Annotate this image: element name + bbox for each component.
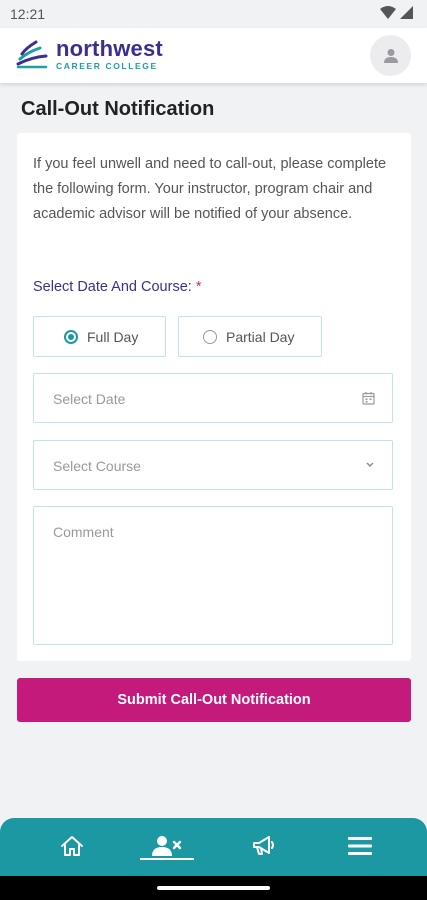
signal-icon — [400, 6, 413, 19]
profile-avatar[interactable] — [370, 35, 411, 76]
intro-text: If you feel unwell and need to call-out,… — [33, 156, 387, 222]
nav-menu[interactable] — [330, 826, 390, 866]
system-gesture-bar — [0, 876, 427, 900]
partial-day-radio[interactable]: Partial Day — [178, 316, 322, 357]
select-date-field[interactable]: Select Date — [33, 373, 393, 423]
menu-icon — [348, 837, 372, 855]
college-logo[interactable]: northwest CAREER COLLEGE — [16, 38, 163, 71]
comment-placeholder: Comment — [53, 524, 114, 540]
logo-mark-icon — [16, 40, 48, 68]
wifi-icon — [380, 6, 396, 19]
status-icons — [380, 6, 413, 19]
logo-subtitle: CAREER COLLEGE — [56, 61, 158, 71]
status-time: 12:21 — [10, 6, 46, 22]
logo-name: northwest — [56, 36, 163, 61]
section-label-text: Select Date And Course: — [33, 279, 192, 295]
radio-checked-icon — [64, 329, 78, 344]
calendar-icon — [362, 392, 375, 405]
chevron-down-icon — [366, 462, 374, 467]
app-header: northwest CAREER COLLEGE — [0, 28, 427, 83]
page-title: Call-Out Notification — [21, 98, 215, 120]
section-label: Select Date And Course: * — [33, 279, 201, 295]
user-callout-icon — [152, 836, 182, 856]
nav-home[interactable] — [42, 826, 102, 866]
callout-form-card: If you feel unwell and need to call-out,… — [17, 133, 411, 661]
course-placeholder: Select Course — [53, 458, 141, 474]
nav-callout[interactable] — [137, 826, 197, 866]
select-course-dropdown[interactable]: Select Course — [33, 440, 393, 490]
partial-day-label: Partial Day — [226, 328, 295, 345]
date-placeholder: Select Date — [53, 391, 126, 407]
full-day-radio[interactable]: Full Day — [33, 316, 166, 357]
nav-active-indicator — [140, 858, 194, 860]
comment-textarea[interactable]: Comment — [33, 506, 393, 645]
nav-announcements[interactable] — [233, 826, 293, 866]
submit-callout-button[interactable]: Submit Call-Out Notification — [17, 678, 411, 722]
radio-unchecked-icon — [203, 329, 217, 344]
home-gesture-handle[interactable] — [157, 886, 270, 890]
user-icon — [383, 48, 398, 63]
home-icon — [61, 836, 83, 856]
megaphone-icon — [253, 836, 274, 855]
required-mark: * — [195, 279, 202, 295]
bottom-nav — [0, 818, 427, 876]
status-bar: 12:21 — [0, 0, 427, 28]
full-day-label: Full Day — [87, 328, 139, 345]
